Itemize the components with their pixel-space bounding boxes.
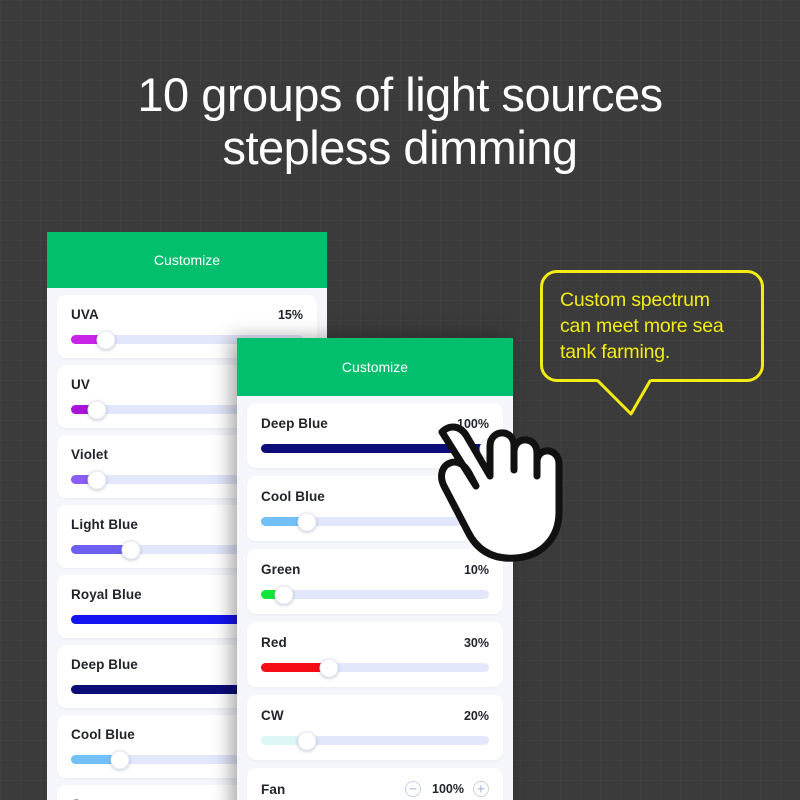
slider-label: Deep Blue [261,416,328,431]
slider-label: Deep Blue [71,657,138,672]
callout-tail [596,379,652,416]
page-title: 10 groups of light sources stepless dimm… [137,68,663,174]
poster-canvas: 10 groups of light sources stepless dimm… [0,0,800,800]
slider-value-group: 20% [455,709,489,723]
slider-label: Fan [261,781,286,797]
slider-track[interactable] [261,731,489,750]
slider-knob[interactable] [96,330,116,349]
slider-label: UV [71,377,90,392]
slider-knob[interactable] [121,540,141,559]
slider-value-group: 30% [455,636,489,650]
slider-header: CW 20% [261,708,489,723]
slider-card: Fan 100% [247,768,503,800]
slider-knob[interactable] [479,439,499,458]
slider-track[interactable] [261,658,489,677]
slider-value-group: 15% [269,308,303,322]
slider-track[interactable] [261,512,489,531]
slider-track[interactable] [261,439,499,458]
slider-value: 100% [432,782,464,796]
slider-value: 30% [463,635,489,650]
slider-label: Red [261,635,287,650]
slider-list-front: Deep Blue 100% Cool Blue 20% Green 10% Red 30% C… [237,396,513,800]
panel-header-back: Customize [47,232,327,288]
slider-label: CW [261,708,284,723]
slider-value-group: 100% [455,417,489,431]
slider-label: Cool Blue [71,727,135,742]
slider-knob[interactable] [274,585,294,604]
slider-value: 20% [463,489,489,504]
slider-track[interactable] [261,585,489,604]
slider-knob[interactable] [297,512,317,531]
slider-header: Green 10% [261,562,489,577]
slider-value-group: 10% [455,563,489,577]
slider-label: Royal Blue [71,587,142,602]
callout-text: Custom spectrum can meet more sea tank f… [560,289,724,363]
slider-card: Cool Blue 20% [247,476,503,541]
slider-card: CW 20% [247,695,503,760]
slider-label: Green [261,562,301,577]
slider-label: Violet [71,447,109,462]
minus-icon[interactable] [405,781,421,797]
slider-knob[interactable] [319,658,339,677]
slider-value: 20% [463,708,489,723]
customize-panel-front: Customize Deep Blue 100% Cool Blue 20% Green… [237,338,513,800]
slider-value: 10% [463,562,489,577]
slider-card: Green 10% [247,549,503,614]
panel-title-back: Customize [153,252,221,268]
plus-icon[interactable] [473,781,489,797]
slider-knob[interactable] [87,400,107,419]
slider-header: Cool Blue 20% [261,489,489,504]
slider-header: Deep Blue 100% [261,416,489,431]
slider-label: Light Blue [71,517,138,532]
slider-header: UVA 15% [71,307,303,322]
panel-title-front: Customize [341,359,409,375]
slider-value-group: 20% [455,490,489,504]
slider-value: 15% [277,307,303,322]
slider-header: Fan 100% [261,781,489,797]
slider-fill [261,444,489,453]
slider-value-group: 100% [405,781,489,797]
panel-header-front: Customize [237,338,513,396]
slider-knob[interactable] [87,470,107,489]
callout-bubble: Custom spectrum can meet more sea tank f… [540,270,764,382]
slider-card: Red 30% [247,622,503,687]
slider-label: UVA [71,307,99,322]
slider-knob[interactable] [110,750,130,769]
slider-label: Cool Blue [261,489,325,504]
slider-header: Red 30% [261,635,489,650]
slider-knob[interactable] [297,731,317,750]
slider-value: 100% [457,416,489,431]
slider-card: Deep Blue 100% [247,403,503,468]
